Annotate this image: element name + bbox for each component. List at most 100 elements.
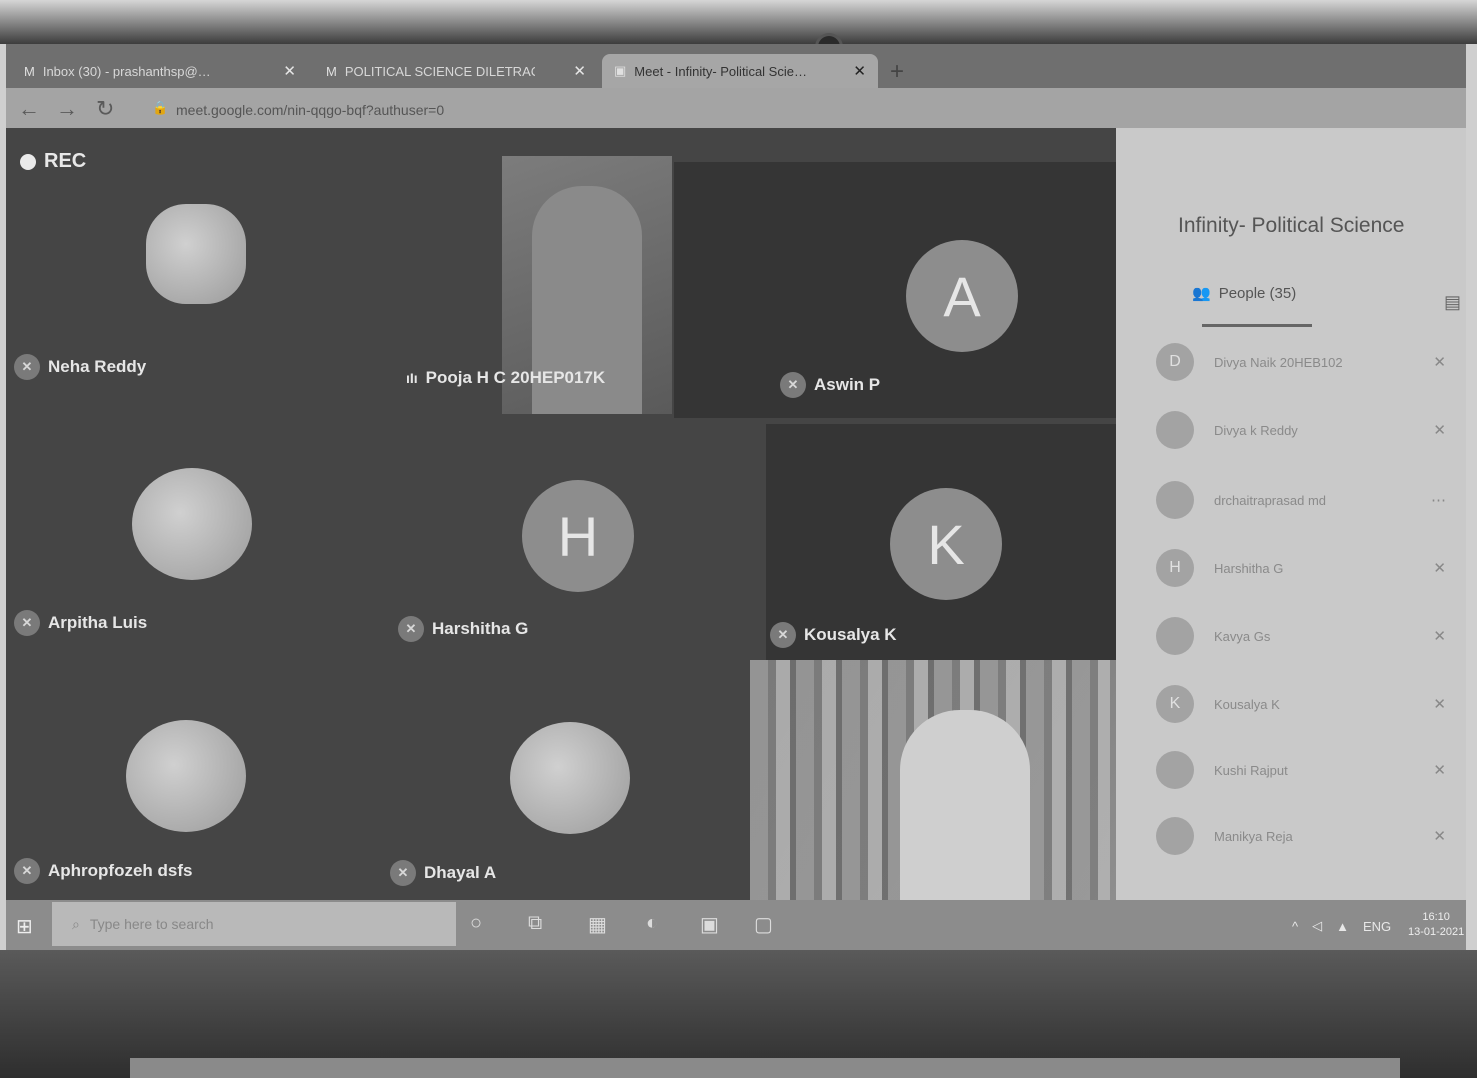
list-item[interactable]: Manikya Reja ✕ bbox=[1156, 816, 1456, 856]
laptop-hinge bbox=[130, 1058, 1400, 1078]
tile-kousalya-k[interactable]: K ✕ Kousalya K bbox=[766, 424, 1126, 660]
list-item[interactable]: Kushi Rajput ✕ bbox=[1156, 750, 1456, 790]
list-item[interactable]: Divya k Reddy ✕ bbox=[1156, 410, 1456, 450]
participant-name-tag: ✕ Harshitha G bbox=[398, 616, 528, 642]
mic-off-icon: ✕ bbox=[1433, 422, 1446, 439]
tile-aphropfozeh[interactable]: ✕ Aphropfozeh dsfs bbox=[6, 680, 386, 900]
mic-off-icon: ✕ bbox=[390, 860, 416, 886]
system-tray: ^ ◁ ▲ ENG bbox=[1292, 918, 1391, 934]
close-icon[interactable]: ✕ bbox=[283, 62, 296, 80]
people-icon: 👥 bbox=[1192, 285, 1211, 302]
app-icon[interactable]: ▢ bbox=[754, 912, 773, 937]
person-name: Divya k Reddy bbox=[1214, 422, 1298, 438]
close-icon[interactable]: ✕ bbox=[573, 62, 586, 80]
participant-photo bbox=[146, 204, 246, 304]
avatar bbox=[1156, 817, 1194, 855]
date: 13-01-2021 bbox=[1408, 926, 1465, 938]
mic-off-icon: ✕ bbox=[1433, 828, 1446, 845]
forward-icon[interactable]: → bbox=[56, 96, 78, 122]
back-icon[interactable]: ← bbox=[18, 96, 40, 122]
lock-icon: 🔒 bbox=[152, 100, 169, 115]
person-name: Harshitha G bbox=[1214, 560, 1284, 576]
mic-off-icon: ✕ bbox=[1433, 560, 1446, 577]
participant-name-tag: ✕ Neha Reddy bbox=[14, 354, 146, 380]
avatar bbox=[1156, 481, 1194, 519]
participant-name-tag: ✕ Dhayal A bbox=[390, 860, 496, 886]
list-item[interactable]: Kavya Gs ✕ bbox=[1156, 616, 1456, 656]
mic-off-icon: ✕ bbox=[14, 610, 40, 636]
tile-arpitha-luis[interactable]: ✕ Arpitha Luis bbox=[6, 424, 386, 650]
language-indicator[interactable]: ENG bbox=[1363, 919, 1391, 934]
store-icon[interactable]: ▣ bbox=[700, 912, 719, 937]
more-icon[interactable]: ⋯ bbox=[1431, 491, 1446, 509]
chat-icon[interactable]: ▤ bbox=[1444, 292, 1461, 313]
volume-icon[interactable]: ◁ bbox=[1312, 918, 1322, 934]
url-field[interactable]: meet.google.com/nin-qqgo-bqf?authuser=0 bbox=[176, 102, 444, 118]
network-icon[interactable]: ▲ bbox=[1336, 919, 1349, 934]
avatar bbox=[1156, 617, 1194, 655]
participant-name: Neha Reddy bbox=[48, 357, 147, 376]
mic-off-icon: ✕ bbox=[14, 354, 40, 380]
person-name: Kushi Rajput bbox=[1214, 762, 1288, 778]
person-name: Kavya Gs bbox=[1214, 628, 1271, 644]
avatar: H bbox=[522, 480, 634, 592]
tab-title: Inbox (30) - prashanthsp@… bbox=[42, 63, 211, 79]
person-name: drchaitraprasad md bbox=[1214, 492, 1326, 508]
edge-icon[interactable]: ◐ bbox=[646, 912, 658, 935]
tile-dhayal-a[interactable]: ✕ Dhayal A bbox=[386, 680, 746, 900]
participant-video bbox=[900, 710, 1030, 900]
chevron-up-icon[interactable]: ^ bbox=[1292, 919, 1298, 934]
tab-title: POLITICAL SCIENCE DILETRACK… bbox=[344, 63, 535, 79]
person-name: Manikya Reja bbox=[1214, 828, 1293, 844]
new-tab-button[interactable]: + bbox=[890, 58, 904, 86]
avatar bbox=[1156, 411, 1194, 449]
participant-photo bbox=[510, 722, 630, 834]
file-explorer-icon[interactable]: ▦ bbox=[588, 912, 607, 937]
task-view-icon[interactable]: ⧉ bbox=[528, 912, 542, 935]
taskbar-search-input[interactable]: ⌕ Type here to search bbox=[52, 902, 456, 946]
participant-photo bbox=[132, 468, 252, 580]
screen: M Inbox (30) - prashanthsp@… ✕ M POLITIC… bbox=[6, 44, 1466, 950]
participant-name-tag: ✕ Aphropfozeh dsfs bbox=[14, 858, 193, 884]
list-item[interactable]: H Harshitha G ✕ bbox=[1156, 548, 1456, 588]
clock[interactable]: 16:10 13-01-2021 bbox=[1408, 910, 1464, 940]
participant-name: Pooja H C 20HEP017K bbox=[425, 368, 606, 387]
browser-tab-bar: M Inbox (30) - prashanthsp@… ✕ M POLITIC… bbox=[6, 44, 1466, 88]
tile-harshitha-g[interactable]: H ✕ Harshitha G bbox=[386, 424, 766, 650]
search-icon: ⌕ bbox=[72, 915, 80, 932]
mic-off-icon: ✕ bbox=[1433, 354, 1446, 371]
meet-icon: ▣ bbox=[614, 63, 627, 78]
participant-name: Arpitha Luis bbox=[48, 613, 148, 632]
windows-start-icon[interactable]: ⊞ bbox=[16, 914, 33, 939]
people-tab[interactable]: 👥 People (35) bbox=[1192, 284, 1296, 303]
tab-political-science[interactable]: M POLITICAL SCIENCE DILETRACK… ✕ bbox=[314, 54, 598, 88]
speaking-icon: ıIı bbox=[406, 370, 418, 386]
avatar: D bbox=[1156, 343, 1194, 381]
tab-inbox[interactable]: M Inbox (30) - prashanthsp@… ✕ bbox=[12, 54, 308, 88]
participant-name: Aswin P bbox=[814, 375, 881, 394]
tab-title: Meet - Infinity- Political Scie… bbox=[634, 63, 807, 79]
mic-off-icon: ✕ bbox=[780, 372, 806, 398]
avatar: K bbox=[890, 488, 1002, 600]
close-icon[interactable]: ✕ bbox=[853, 62, 866, 80]
tile-aswin-p[interactable]: A ✕ Aswin P bbox=[674, 162, 1148, 418]
participant-name: Kousalya K bbox=[804, 625, 897, 644]
reload-icon[interactable]: ↻ bbox=[96, 96, 114, 122]
time: 16:10 bbox=[1422, 911, 1450, 923]
participant-name-tag: ✕ Arpitha Luis bbox=[14, 610, 147, 636]
list-item[interactable]: K Kousalya K ✕ bbox=[1156, 684, 1456, 724]
avatar bbox=[1156, 751, 1194, 789]
gmail-icon: M bbox=[326, 63, 337, 79]
participant-name-tag: ✕ Aswin P bbox=[780, 372, 880, 398]
tab-meet[interactable]: ▣ Meet - Infinity- Political Scie… ✕ bbox=[602, 54, 878, 88]
list-item[interactable]: drchaitraprasad md ⋯ bbox=[1156, 480, 1456, 520]
self-video-tile[interactable] bbox=[750, 660, 1116, 900]
laptop-bezel-top bbox=[0, 0, 1477, 44]
mic-off-icon: ✕ bbox=[398, 616, 424, 642]
cortana-icon[interactable]: ○ bbox=[470, 912, 482, 935]
participant-name: Dhayal A bbox=[424, 863, 497, 882]
participant-name: Aphropfozeh dsfs bbox=[48, 861, 193, 880]
panel-title: Infinity- Political Science bbox=[1178, 214, 1405, 237]
list-item[interactable]: D Divya Naik 20HEB102 ✕ bbox=[1156, 342, 1456, 382]
avatar: H bbox=[1156, 549, 1194, 587]
